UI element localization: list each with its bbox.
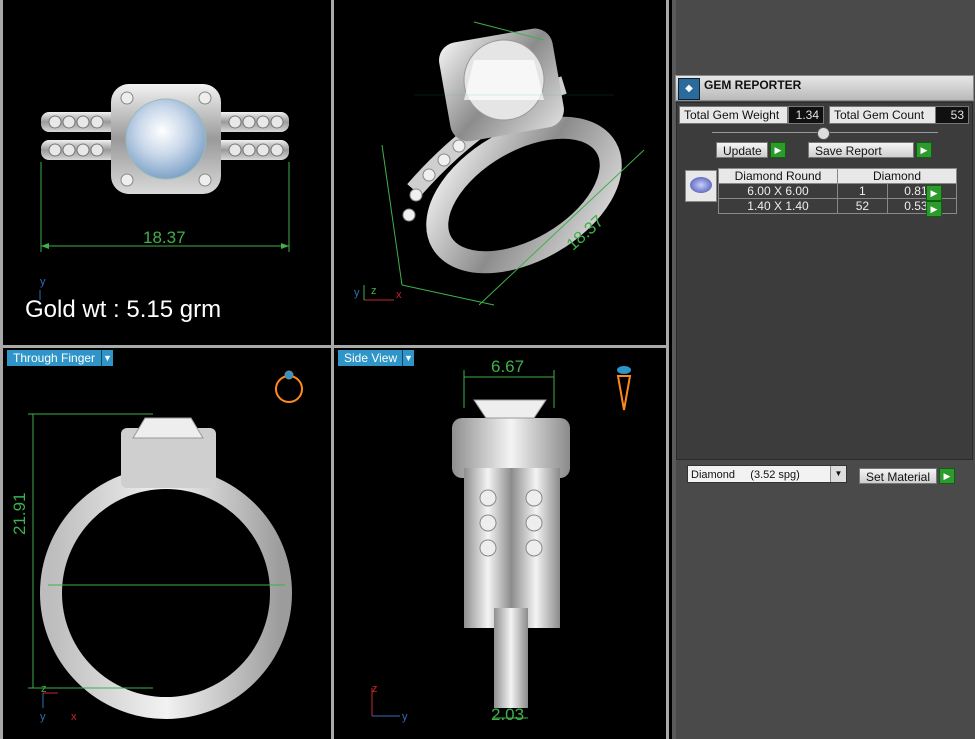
gem-reporter-icon: ◆ bbox=[678, 78, 700, 100]
viewport-border-right bbox=[666, 0, 669, 739]
viewport-through-finger[interactable]: 21.91 z y x Through Finger ▼ bbox=[3, 348, 331, 739]
gem-count: 52 bbox=[837, 198, 888, 214]
total-gem-weight-label: Total Gem Weight bbox=[679, 106, 788, 124]
viewport-top[interactable]: 18.37 y Gold wt : 5.15 grm bbox=[3, 0, 331, 345]
viewport-divider-horizontal bbox=[0, 345, 669, 348]
gem-table-header-material: Diamond bbox=[837, 168, 957, 184]
row-go-icon[interactable]: ▶ bbox=[926, 201, 942, 217]
view-mode-dropdown[interactable]: ▼ bbox=[101, 350, 113, 366]
ring-front-render bbox=[28, 370, 303, 719]
ring-top-render bbox=[39, 84, 290, 300]
update-button[interactable]: Update bbox=[716, 142, 768, 158]
row-go-icon[interactable]: ▶ bbox=[926, 185, 942, 201]
viewport-perspective[interactable]: 18.37 y z x bbox=[334, 0, 666, 345]
set-material-go-icon[interactable]: ▶ bbox=[939, 468, 955, 484]
gem-weight: 0.53tw bbox=[886, 198, 958, 214]
viewport-side[interactable]: 6.67 2.03 z y Side View ▼ bbox=[334, 348, 666, 739]
view-mode-label[interactable]: Through Finger bbox=[7, 350, 102, 366]
gem-size: 1.40 X 1.40 bbox=[718, 198, 838, 214]
diamond-gem-icon bbox=[685, 170, 717, 202]
set-material-button[interactable]: Set Material bbox=[859, 468, 937, 484]
total-gem-count-value: 53 bbox=[935, 106, 969, 124]
gem-reporter-header[interactable]: ◆ GEM REPORTER bbox=[675, 75, 974, 101]
save-report-button[interactable]: Save Report bbox=[808, 142, 914, 158]
view-mode-label[interactable]: Side View bbox=[338, 350, 404, 366]
table-row[interactable]: 1.40 X 1.40 52 0.53tw bbox=[718, 198, 958, 214]
gem-size: 6.00 X 6.00 bbox=[718, 183, 838, 199]
update-go-icon[interactable]: ▶ bbox=[770, 142, 786, 158]
material-select-value: Diamond (3.52 spg) bbox=[691, 469, 800, 481]
gem-weight: 0.81tw bbox=[886, 183, 958, 199]
material-select[interactable]: Diamond (3.52 spg) ▼ bbox=[687, 465, 847, 483]
side-orientation-icon bbox=[616, 366, 632, 411]
viewport-divider-vertical bbox=[331, 0, 334, 739]
gem-table: Diamond Round Diamond 6.00 X 6.00 1 0.81… bbox=[718, 168, 958, 214]
total-gem-count-label: Total Gem Count bbox=[829, 106, 936, 124]
chevron-down-icon[interactable]: ▼ bbox=[830, 466, 846, 482]
gold-weight-label: Gold wt : 5.15 grm bbox=[25, 296, 222, 323]
ring-side-render bbox=[371, 366, 632, 719]
ring-perspective-render bbox=[363, 21, 645, 306]
ring-orientation-icon bbox=[275, 370, 303, 403]
panel-slider-handle[interactable] bbox=[817, 127, 830, 140]
gem-count: 1 bbox=[837, 183, 888, 199]
gem-reporter-title: GEM REPORTER bbox=[704, 78, 802, 92]
save-report-go-icon[interactable]: ▶ bbox=[916, 142, 932, 158]
table-row[interactable]: 6.00 X 6.00 1 0.81tw bbox=[718, 183, 958, 199]
total-gem-weight-value: 1.34 bbox=[788, 106, 824, 124]
viewport-border-left bbox=[0, 0, 3, 739]
gem-table-header-shape: Diamond Round bbox=[718, 168, 838, 184]
view-mode-dropdown[interactable]: ▼ bbox=[402, 350, 414, 366]
